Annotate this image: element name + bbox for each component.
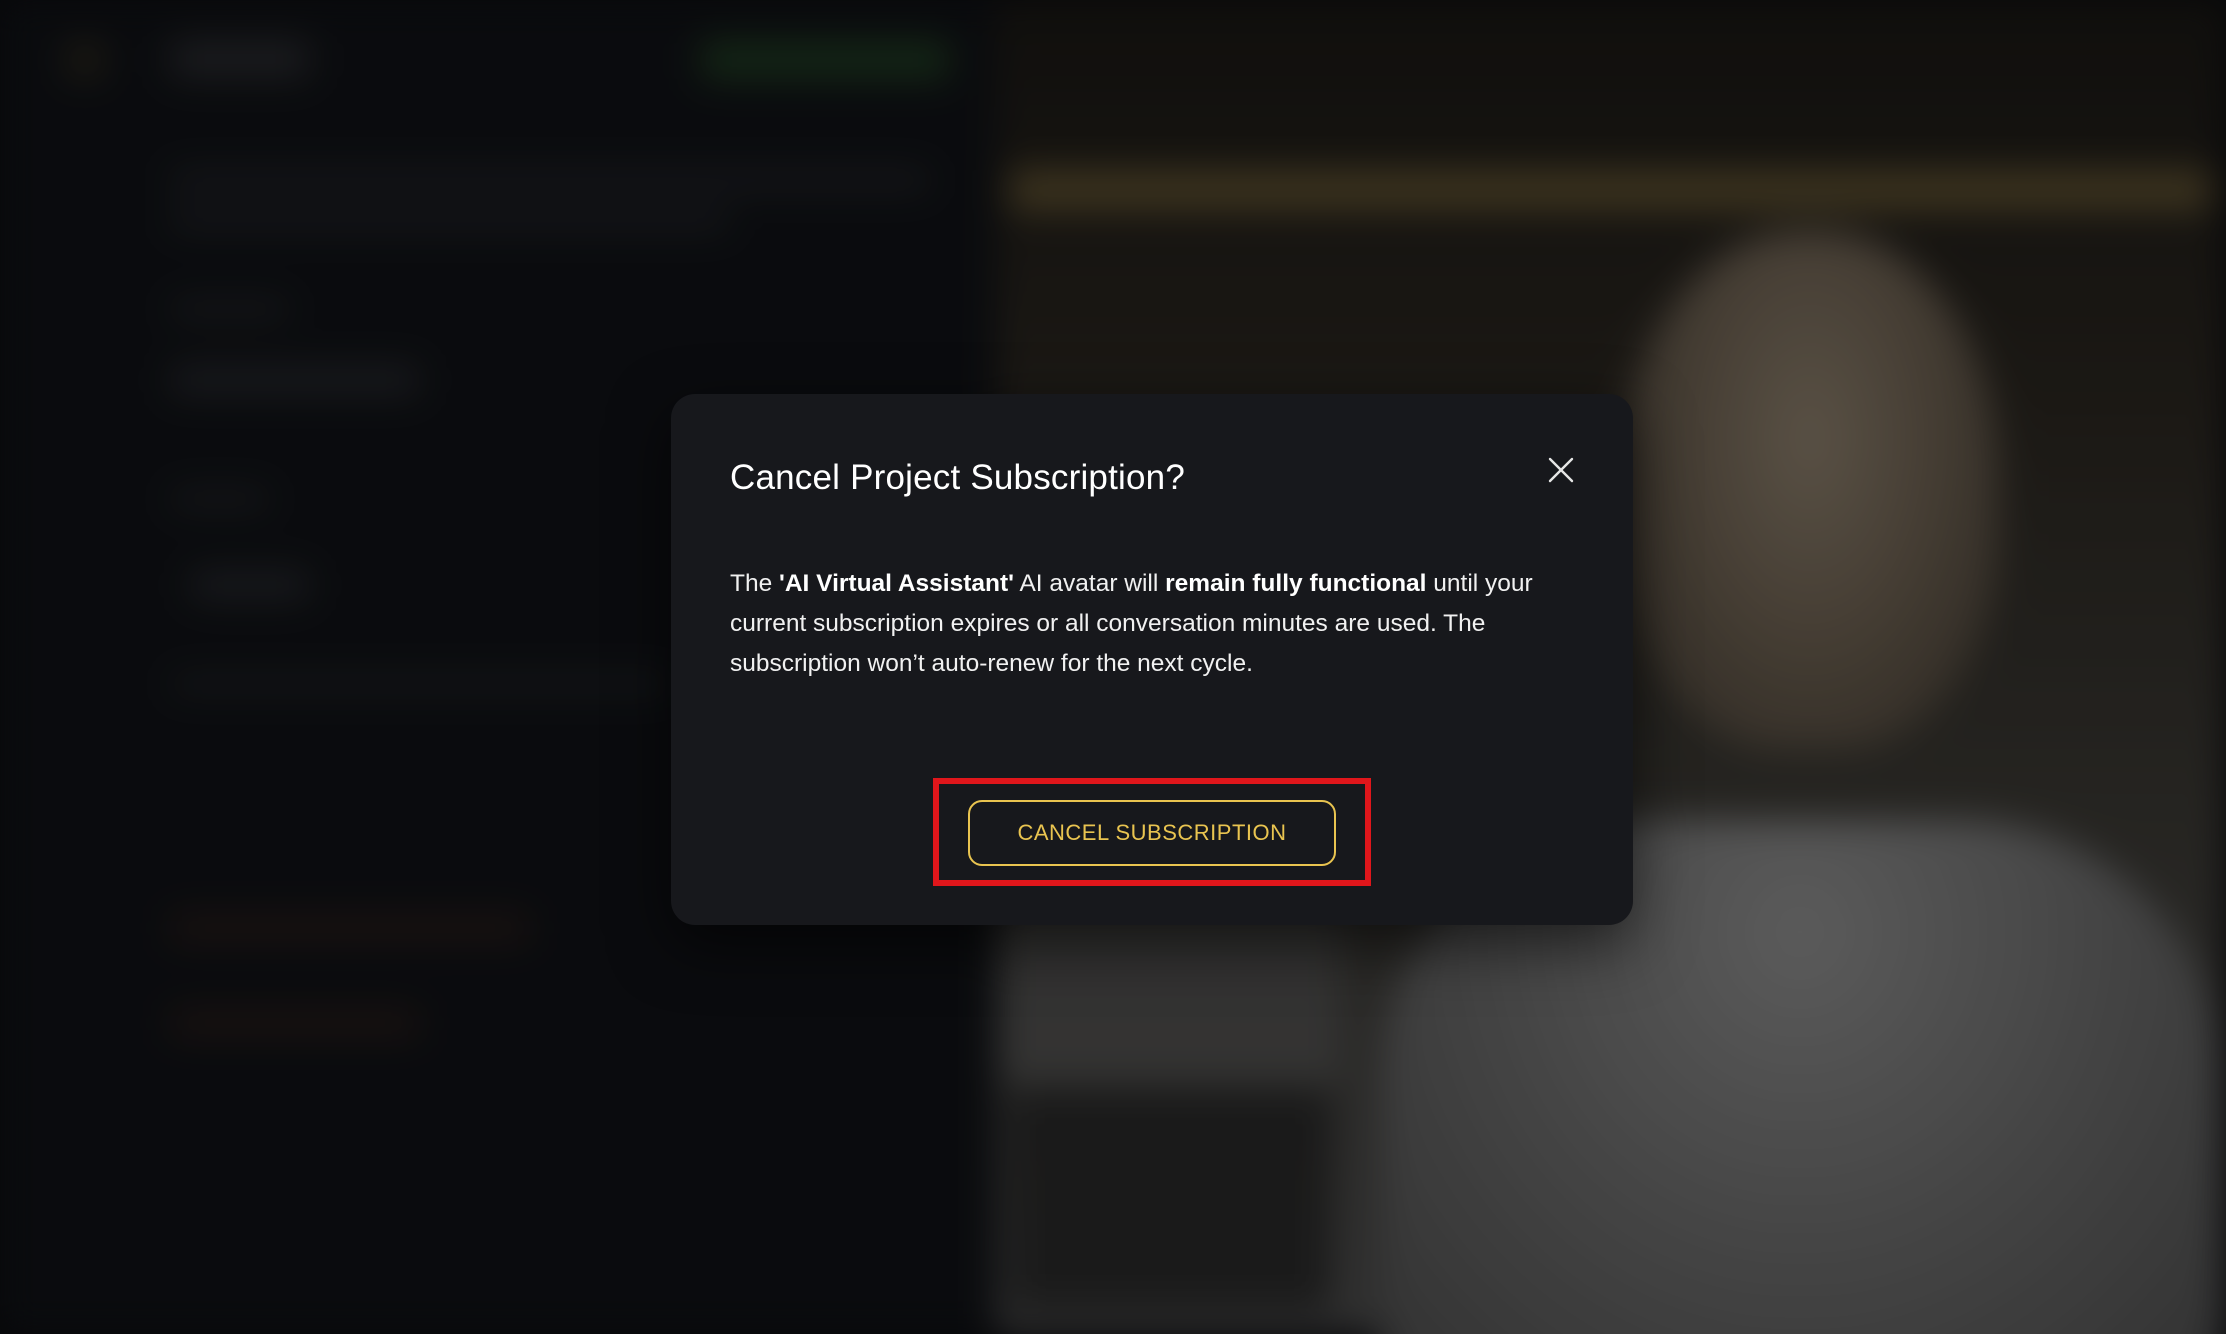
- close-button[interactable]: [1535, 444, 1587, 496]
- cancel-subscription-dialog: Cancel Project Subscription? The 'AI Vir…: [671, 394, 1633, 925]
- dialog-message: The 'AI Virtual Assistant' AI avatar wil…: [730, 570, 1533, 677]
- dialog-title: Cancel Project Subscription?: [730, 458, 1185, 497]
- cancel-subscription-button[interactable]: CANCEL SUBSCRIPTION: [968, 800, 1336, 866]
- app-screen: Cancel Project Subscription? The 'AI Vir…: [0, 0, 2226, 1334]
- project-name: 'AI Virtual Assistant': [779, 570, 1014, 597]
- close-icon: [1548, 457, 1574, 483]
- emphasis-text: remain fully functional: [1165, 570, 1427, 597]
